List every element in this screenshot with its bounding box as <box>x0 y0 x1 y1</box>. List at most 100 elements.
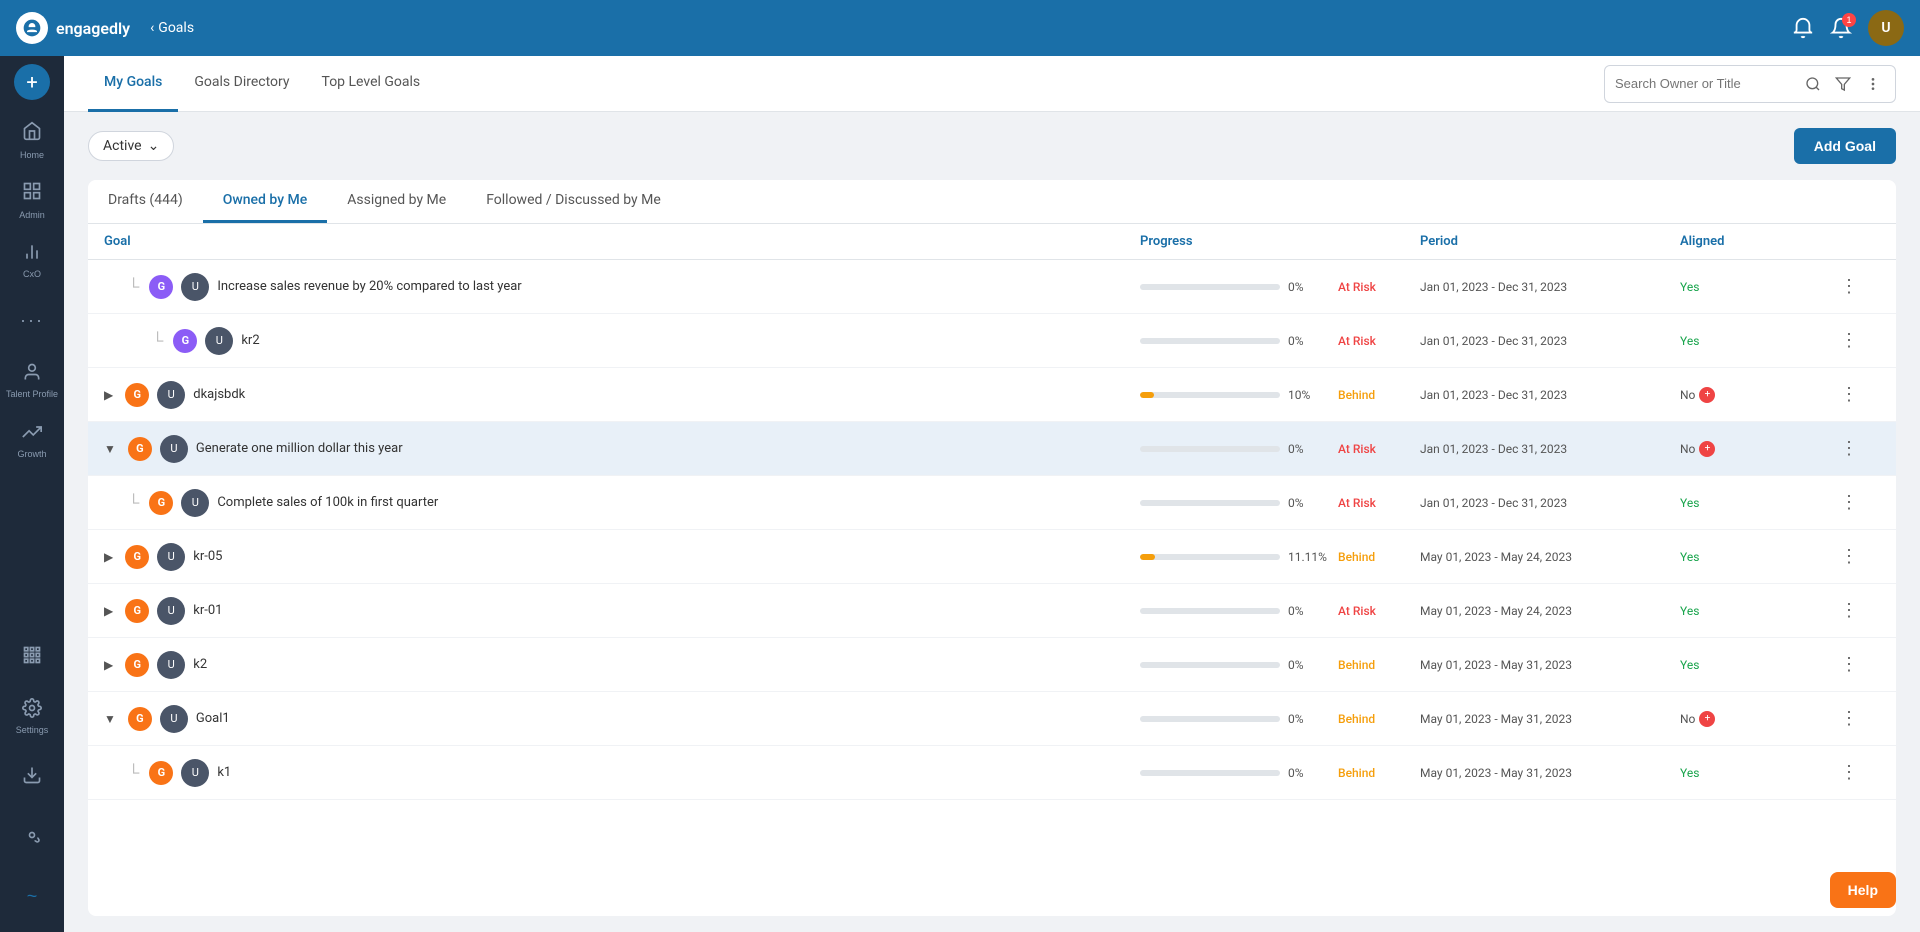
search-input[interactable] <box>1615 76 1795 91</box>
sidebar-item-talent-profile[interactable]: Talent Profile <box>4 352 60 408</box>
row-more-button[interactable]: ⋮ <box>1840 492 1880 513</box>
tab-top-level-goals[interactable]: Top Level Goals <box>306 56 437 112</box>
sidebar-item-admin[interactable]: Admin <box>4 172 60 228</box>
sidebar-item-cxo[interactable]: CxO <box>4 232 60 288</box>
add-alignment-button[interactable]: + <box>1699 441 1715 457</box>
sub-tab-owned-by-me[interactable]: Owned by Me <box>203 180 328 223</box>
cxo-label: CxO <box>23 269 41 279</box>
table-row[interactable]: ▶GUk2 0% Behind May 01, 2023 - May 31, 2… <box>88 638 1896 692</box>
aligned-yes: Yes <box>1680 658 1699 672</box>
cxo-icon <box>22 242 42 265</box>
progress-percent: 0% <box>1288 712 1330 726</box>
table-row[interactable]: └GUComplete sales of 100k in first quart… <box>88 476 1896 530</box>
progress-bar-bg <box>1140 770 1280 776</box>
table-row[interactable]: ▶GUdkajsbdk 10% Behind Jan 01, 2023 - De… <box>88 368 1896 422</box>
table-row[interactable]: └GUk1 0% Behind May 01, 2023 - May 31, 2… <box>88 746 1896 800</box>
col-header-actions <box>1840 234 1880 249</box>
status-badge: Behind <box>1338 712 1375 726</box>
goal-name: kr-01 <box>193 603 222 618</box>
progress-cell: 0% At Risk <box>1140 442 1420 456</box>
sidebar-item-settings[interactable]: Settings <box>4 688 60 744</box>
status-badge: Behind <box>1338 766 1375 780</box>
tab-goals-directory[interactable]: Goals Directory <box>178 56 305 112</box>
status-dropdown[interactable]: Active ⌄ <box>88 131 174 161</box>
sidebar-engagedly-logo[interactable]: ~ <box>4 868 60 924</box>
user-avatar[interactable]: U <box>1868 10 1904 46</box>
table-row[interactable]: └GUkr2 0% At Risk Jan 01, 2023 - Dec 31,… <box>88 314 1896 368</box>
expand-button[interactable]: ▶ <box>104 550 113 564</box>
progress-cell: 0% Behind <box>1140 712 1420 726</box>
period-cell: Jan 01, 2023 - Dec 31, 2023 <box>1420 280 1680 294</box>
more-dots-icon: ··· <box>20 310 44 331</box>
goal-name: Generate one million dollar this year <box>196 441 403 456</box>
aligned-yes: Yes <box>1680 334 1699 348</box>
add-alignment-button[interactable]: + <box>1699 387 1715 403</box>
brand-logo <box>16 12 48 44</box>
add-alignment-button[interactable]: + <box>1699 711 1715 727</box>
goal-owner-avatar: U <box>157 597 185 625</box>
progress-bar-bg <box>1140 446 1280 452</box>
goals-table: └GUIncrease sales revenue by 20% compare… <box>88 260 1896 916</box>
row-more-button[interactable]: ⋮ <box>1840 438 1880 459</box>
table-row[interactable]: ▶GUkr-01 0% At Risk May 01, 2023 - May 2… <box>88 584 1896 638</box>
table-row[interactable]: └GUIncrease sales revenue by 20% compare… <box>88 260 1896 314</box>
more-options-button[interactable] <box>1861 72 1885 96</box>
expand-button[interactable]: ▶ <box>104 604 113 618</box>
period-cell: Jan 01, 2023 - Dec 31, 2023 <box>1420 388 1680 402</box>
goal-owner-avatar: U <box>205 327 233 355</box>
sidebar-add-button[interactable]: + <box>14 64 50 100</box>
sub-tabs: Drafts (444) Owned by Me Assigned by Me … <box>88 180 1896 224</box>
goal-owner-avatar: U <box>160 435 188 463</box>
status-badge: At Risk <box>1338 334 1376 348</box>
row-more-button[interactable]: ⋮ <box>1840 762 1880 783</box>
announcements-button[interactable] <box>1792 17 1814 39</box>
aligned-cell: No + <box>1680 441 1840 457</box>
sidebar-item-more[interactable]: ··· <box>4 292 60 348</box>
row-more-button[interactable]: ⋮ <box>1840 546 1880 567</box>
search-icon-button[interactable] <box>1801 72 1825 96</box>
table-row[interactable]: ▼GUGoal1 0% Behind May 01, 2023 - May 31… <box>88 692 1896 746</box>
progress-bar-bg <box>1140 338 1280 344</box>
row-more-button[interactable]: ⋮ <box>1840 276 1880 297</box>
sidebar-item-growth[interactable]: Growth <box>4 412 60 468</box>
expand-button[interactable]: ▼ <box>104 712 116 726</box>
expand-button[interactable]: ▶ <box>104 658 113 672</box>
goal-name: Complete sales of 100k in first quarter <box>217 495 438 510</box>
sub-tab-assigned-by-me[interactable]: Assigned by Me <box>327 180 466 223</box>
sidebar-item-download[interactable] <box>4 748 60 804</box>
notifications-button[interactable]: 1 <box>1830 17 1852 39</box>
help-button[interactable]: Help <box>1830 872 1896 908</box>
table-row[interactable]: ▼GUGenerate one million dollar this year… <box>88 422 1896 476</box>
filter-icon-button[interactable] <box>1831 72 1855 96</box>
sidebar-item-gear2[interactable] <box>4 808 60 864</box>
row-more-button[interactable]: ⋮ <box>1840 600 1880 621</box>
expand-button[interactable]: ▶ <box>104 388 113 402</box>
aligned-yes: Yes <box>1680 550 1699 564</box>
sub-tab-followed[interactable]: Followed / Discussed by Me <box>466 180 681 223</box>
gear2-icon <box>22 825 42 848</box>
progress-percent: 0% <box>1288 334 1330 348</box>
aligned-no: No + <box>1680 441 1840 457</box>
goals-card: Drafts (444) Owned by Me Assigned by Me … <box>88 180 1896 916</box>
table-row[interactable]: ▶GUkr-05 11.11% Behind May 01, 2023 - Ma… <box>88 530 1896 584</box>
nav-back-button[interactable]: ‹ Goals <box>150 20 194 36</box>
settings-label: Settings <box>16 725 49 735</box>
aligned-cell: Yes <box>1680 496 1840 510</box>
expand-button[interactable]: ▼ <box>104 442 116 456</box>
brand-logo-area: engagedly <box>16 12 130 44</box>
row-more-button[interactable]: ⋮ <box>1840 384 1880 405</box>
talent-profile-label: Talent Profile <box>6 389 58 399</box>
row-more-button[interactable]: ⋮ <box>1840 330 1880 351</box>
add-goal-button[interactable]: Add Goal <box>1794 128 1896 164</box>
goal-type-icon: G <box>125 545 149 569</box>
aligned-yes: Yes <box>1680 496 1699 510</box>
progress-percent: 0% <box>1288 604 1330 618</box>
row-more-button[interactable]: ⋮ <box>1840 708 1880 729</box>
main-layout: + Home Admin <box>0 56 1920 932</box>
tab-my-goals[interactable]: My Goals <box>88 56 178 112</box>
sidebar-item-apps[interactable] <box>4 628 60 684</box>
sidebar-item-home[interactable]: Home <box>4 112 60 168</box>
sub-tab-drafts[interactable]: Drafts (444) <box>88 180 203 223</box>
goal-name: kr2 <box>241 333 259 348</box>
row-more-button[interactable]: ⋮ <box>1840 654 1880 675</box>
